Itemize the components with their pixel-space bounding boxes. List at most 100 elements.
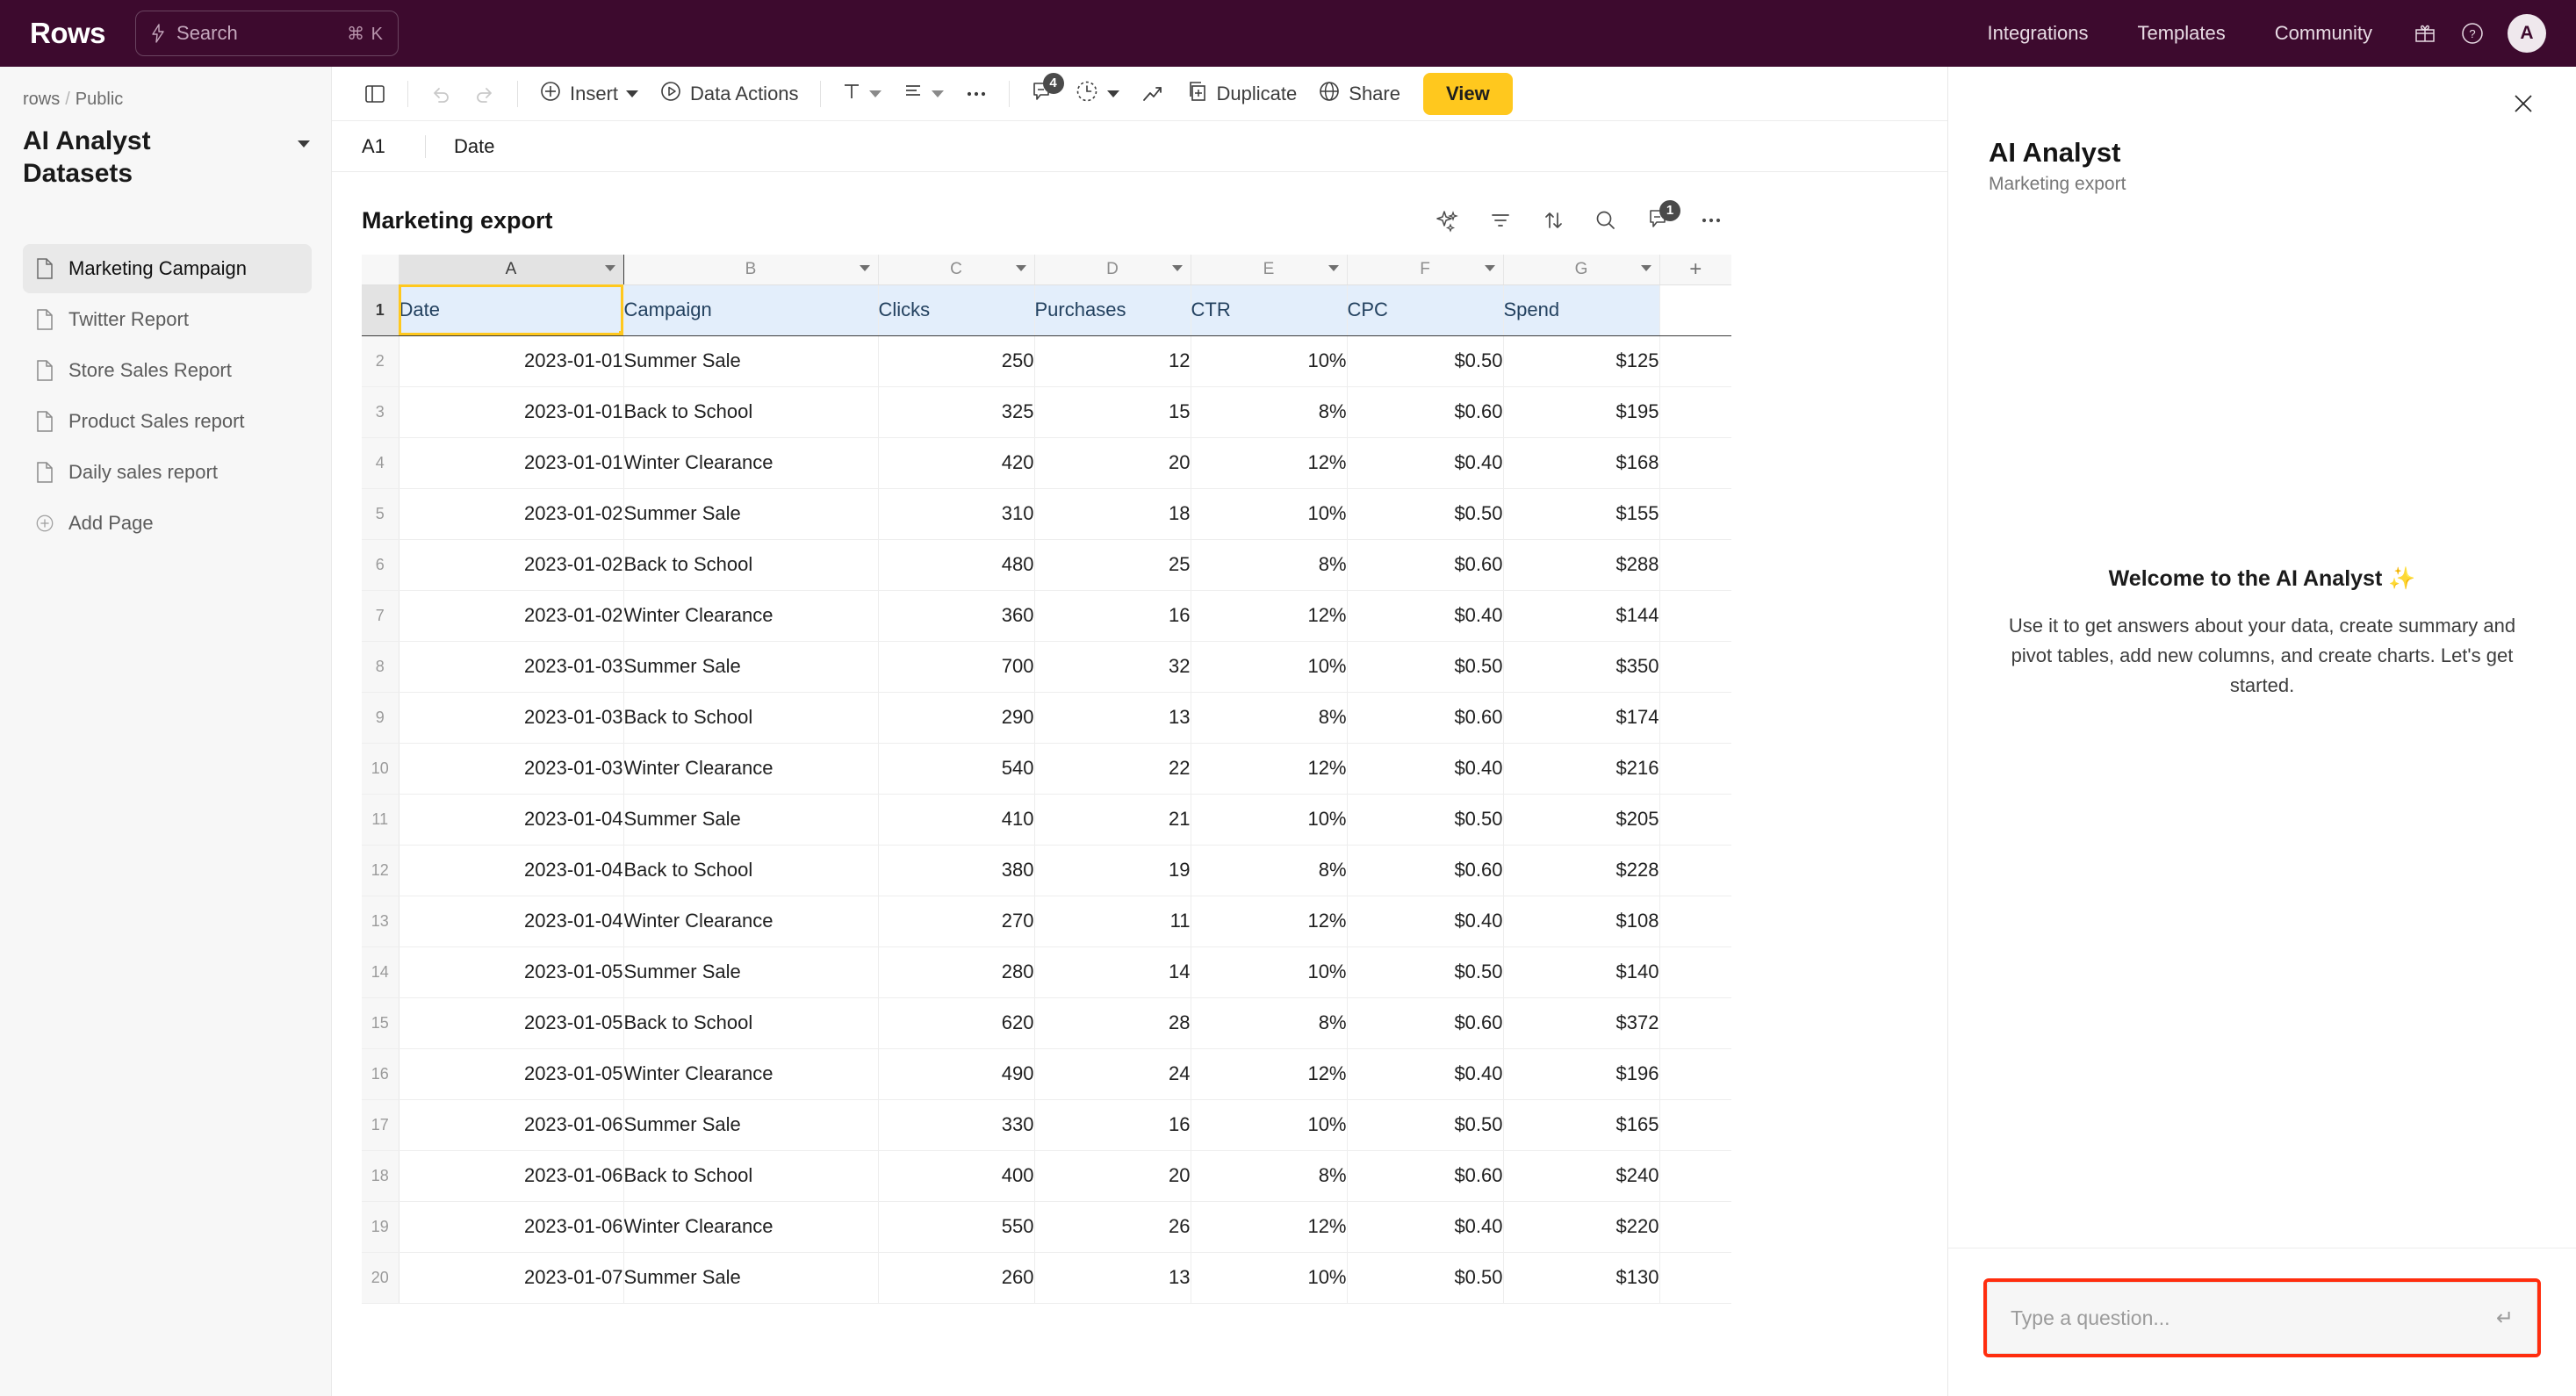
table-row[interactable]: 15 2023-01-05 Back to School 620 28 8% $0.60 $3… bbox=[362, 997, 1731, 1049]
cell-c6[interactable]: 480 bbox=[878, 539, 1035, 591]
cell-d13[interactable]: 11 bbox=[1034, 896, 1191, 947]
cell-f17[interactable]: $0.50 bbox=[1347, 1099, 1504, 1151]
row-number[interactable]: 9 bbox=[362, 692, 399, 744]
cell-e3[interactable]: 8% bbox=[1191, 386, 1348, 438]
cell-b13[interactable]: Winter Clearance bbox=[623, 896, 879, 947]
table-row[interactable]: 5 2023-01-02 Summer Sale 310 18 10% $0.50 $155 bbox=[362, 488, 1731, 540]
cell-c4[interactable]: 420 bbox=[878, 437, 1035, 489]
cell-g20[interactable]: $130 bbox=[1503, 1252, 1660, 1304]
cell-f13[interactable]: $0.40 bbox=[1347, 896, 1504, 947]
cell-a9[interactable]: 2023-01-03 bbox=[399, 692, 624, 744]
table-title[interactable]: Marketing export bbox=[362, 207, 553, 234]
chevron-down-icon[interactable] bbox=[296, 138, 312, 154]
cell-a15[interactable]: 2023-01-05 bbox=[399, 997, 624, 1049]
comments-button[interactable]: 4 bbox=[1020, 72, 1064, 114]
cell-a13[interactable]: 2023-01-04 bbox=[399, 896, 624, 947]
cell-e9[interactable]: 8% bbox=[1191, 692, 1348, 744]
row-number[interactable]: 1 bbox=[362, 284, 399, 336]
column-header-f[interactable]: F bbox=[1347, 255, 1504, 285]
cell-b17[interactable]: Summer Sale bbox=[623, 1099, 879, 1151]
cell-e16[interactable]: 12% bbox=[1191, 1048, 1348, 1100]
row-number[interactable]: 4 bbox=[362, 437, 399, 489]
add-column-button[interactable]: + bbox=[1659, 255, 1731, 285]
row-number[interactable]: 8 bbox=[362, 641, 399, 693]
chevron-down-icon[interactable] bbox=[1328, 265, 1339, 271]
nav-templates[interactable]: Templates bbox=[2112, 22, 2249, 45]
cell-d3[interactable]: 15 bbox=[1034, 386, 1191, 438]
workspace-switcher[interactable]: AI Analyst Datasets bbox=[23, 126, 312, 190]
table-row[interactable]: 16 2023-01-05 Winter Clearance 490 24 12% $0.4… bbox=[362, 1048, 1731, 1100]
column-header-e[interactable]: E bbox=[1191, 255, 1348, 285]
row-number[interactable]: 3 bbox=[362, 386, 399, 438]
cell-a5[interactable]: 2023-01-02 bbox=[399, 488, 624, 540]
cell-a20[interactable]: 2023-01-07 bbox=[399, 1252, 624, 1304]
cell-d15[interactable]: 28 bbox=[1034, 997, 1191, 1049]
cell-f12[interactable]: $0.60 bbox=[1347, 845, 1504, 896]
cell-d7[interactable]: 16 bbox=[1034, 590, 1191, 642]
table-row[interactable]: 13 2023-01-04 Winter Clearance 270 11 12% $0.4… bbox=[362, 896, 1731, 947]
sidebar-item-twitter-report[interactable]: Twitter Report bbox=[23, 295, 312, 344]
cell-c7[interactable]: 360 bbox=[878, 590, 1035, 642]
chevron-down-icon[interactable] bbox=[1106, 90, 1119, 97]
gift-icon[interactable] bbox=[2406, 14, 2444, 53]
row-number[interactable]: 20 bbox=[362, 1252, 399, 1304]
cell-g19[interactable]: $220 bbox=[1503, 1201, 1660, 1253]
cell-f4[interactable]: $0.40 bbox=[1347, 437, 1504, 489]
cell-a10[interactable]: 2023-01-03 bbox=[399, 743, 624, 795]
cell-c12[interactable]: 380 bbox=[878, 845, 1035, 896]
column-header-c[interactable]: C bbox=[878, 255, 1035, 285]
cell-d12[interactable]: 19 bbox=[1034, 845, 1191, 896]
cell-e18[interactable]: 8% bbox=[1191, 1150, 1348, 1202]
chevron-down-icon[interactable] bbox=[931, 90, 944, 97]
table-more-button[interactable] bbox=[1696, 205, 1726, 235]
table-row[interactable]: 10 2023-01-03 Winter Clearance 540 22 12% $0.4… bbox=[362, 743, 1731, 795]
cell-g9[interactable]: $174 bbox=[1503, 692, 1660, 744]
cell-a11[interactable]: 2023-01-04 bbox=[399, 794, 624, 846]
nav-integrations[interactable]: Integrations bbox=[1963, 22, 2113, 45]
cell-d20[interactable]: 13 bbox=[1034, 1252, 1191, 1304]
cell-d14[interactable]: 14 bbox=[1034, 946, 1191, 998]
cell-b4[interactable]: Winter Clearance bbox=[623, 437, 879, 489]
cell-d8[interactable]: 32 bbox=[1034, 641, 1191, 693]
chevron-down-icon[interactable] bbox=[1015, 265, 1026, 271]
table-row[interactable]: 1 Date Campaign Clicks Purchases CTR CPC… bbox=[362, 284, 1731, 336]
cell-c1[interactable]: Clicks bbox=[878, 284, 1035, 336]
cell-g3[interactable]: $195 bbox=[1503, 386, 1660, 438]
cell-b8[interactable]: Summer Sale bbox=[623, 641, 879, 693]
cell-e8[interactable]: 10% bbox=[1191, 641, 1348, 693]
formula-input[interactable]: Date bbox=[454, 135, 494, 158]
cell-d18[interactable]: 20 bbox=[1034, 1150, 1191, 1202]
cell-a14[interactable]: 2023-01-05 bbox=[399, 946, 624, 998]
cell-f19[interactable]: $0.40 bbox=[1347, 1201, 1504, 1253]
cell-b2[interactable]: Summer Sale bbox=[623, 335, 879, 387]
sidebar-item-daily-sales-report[interactable]: Daily sales report bbox=[23, 448, 312, 497]
chevron-down-icon[interactable] bbox=[626, 90, 639, 97]
cell-c5[interactable]: 310 bbox=[878, 488, 1035, 540]
cell-d9[interactable]: 13 bbox=[1034, 692, 1191, 744]
table-row[interactable]: 18 2023-01-06 Back to School 400 20 8% $0.60 $2… bbox=[362, 1150, 1731, 1202]
cell-f11[interactable]: $0.50 bbox=[1347, 794, 1504, 846]
sort-icon[interactable] bbox=[1538, 205, 1568, 235]
table-row[interactable]: 19 2023-01-06 Winter Clearance 550 26 12% $0.4… bbox=[362, 1201, 1731, 1253]
cell-b12[interactable]: Back to School bbox=[623, 845, 879, 896]
cell-c8[interactable]: 700 bbox=[878, 641, 1035, 693]
nav-community[interactable]: Community bbox=[2250, 22, 2397, 45]
cell-f10[interactable]: $0.40 bbox=[1347, 743, 1504, 795]
cell-c13[interactable]: 270 bbox=[878, 896, 1035, 947]
cell-e12[interactable]: 8% bbox=[1191, 845, 1348, 896]
row-number[interactable]: 5 bbox=[362, 488, 399, 540]
cell-d11[interactable]: 21 bbox=[1034, 794, 1191, 846]
row-number[interactable]: 7 bbox=[362, 590, 399, 642]
cell-b10[interactable]: Winter Clearance bbox=[623, 743, 879, 795]
global-search[interactable]: Search ⌘ K bbox=[135, 11, 399, 56]
enter-icon[interactable]: ↵ bbox=[2496, 1306, 2514, 1331]
sidebar-item-store-sales-report[interactable]: Store Sales Report bbox=[23, 346, 312, 395]
cell-g11[interactable]: $205 bbox=[1503, 794, 1660, 846]
table-row[interactable]: 7 2023-01-02 Winter Clearance 360 16 12% $0.40… bbox=[362, 590, 1731, 642]
cell-a2[interactable]: 2023-01-01 bbox=[399, 335, 624, 387]
cell-b16[interactable]: Winter Clearance bbox=[623, 1048, 879, 1100]
breadcrumb-current[interactable]: Public bbox=[76, 90, 123, 109]
cell-e11[interactable]: 10% bbox=[1191, 794, 1348, 846]
cell-e19[interactable]: 12% bbox=[1191, 1201, 1348, 1253]
cell-e4[interactable]: 12% bbox=[1191, 437, 1348, 489]
